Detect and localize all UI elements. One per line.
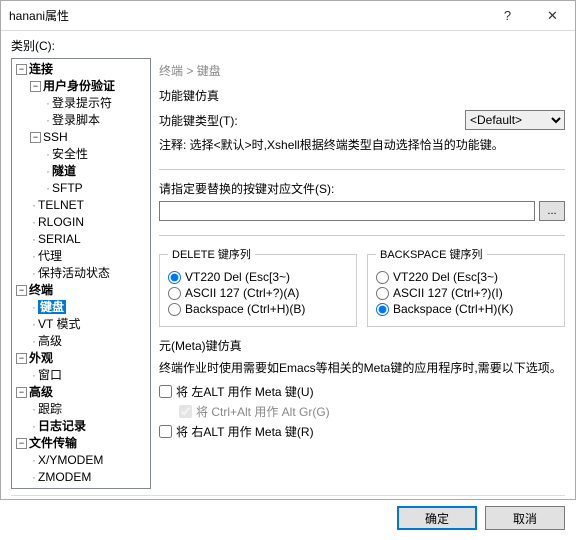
mapfile-label: 请指定要替换的按键对应文件(S): bbox=[159, 180, 565, 197]
help-button[interactable]: ? bbox=[485, 1, 530, 31]
tree-item-tunnel[interactable]: 隧道 bbox=[52, 164, 76, 178]
tree-item-window[interactable]: 窗口 bbox=[38, 368, 62, 382]
window-title: hanani属性 bbox=[9, 7, 485, 24]
tree-toggle[interactable]: − bbox=[16, 285, 27, 296]
meta-left-alt-check[interactable] bbox=[159, 385, 172, 398]
tree-item-serial[interactable]: SERIAL bbox=[38, 232, 81, 246]
divider bbox=[159, 169, 565, 170]
tree-item-connection[interactable]: 连接 bbox=[29, 62, 53, 76]
tree-item-vt-mode[interactable]: VT 模式 bbox=[38, 317, 80, 331]
breadcrumb: 终端 > 键盘 bbox=[159, 58, 565, 87]
backspace-opt-ascii127[interactable] bbox=[376, 287, 389, 300]
mapfile-browse-button[interactable]: ... bbox=[539, 201, 565, 221]
tree-item-advanced-term[interactable]: 高级 bbox=[38, 334, 62, 348]
cancel-button[interactable]: 取消 bbox=[485, 506, 565, 530]
delete-opt-backspace[interactable] bbox=[168, 303, 181, 316]
tree-item-login-script[interactable]: 登录脚本 bbox=[52, 113, 100, 127]
tree-toggle[interactable]: − bbox=[16, 353, 27, 364]
backspace-opt-backspace[interactable] bbox=[376, 303, 389, 316]
category-tree[interactable]: −连接 −用户身份验证 ·登录提示符 ·登录脚本 −SSH ·安全性 bbox=[11, 58, 151, 489]
funckey-note: 注释: 选择<默认>时,Xshell根据终端类型自动选择恰当的功能键。 bbox=[159, 136, 565, 153]
tree-item-appearance[interactable]: 外观 bbox=[29, 351, 53, 365]
tree-item-xymodem[interactable]: X/YMODEM bbox=[38, 453, 103, 467]
delete-legend: DELETE 键序列 bbox=[168, 246, 255, 262]
tree-item-terminal[interactable]: 终端 bbox=[29, 283, 53, 297]
meta-desc: 终端作业时使用需要如Emacs等相关的Meta键的应用程序时,需要以下选项。 bbox=[159, 360, 565, 377]
titlebar: hanani属性 ? ✕ bbox=[1, 1, 575, 31]
tree-item-sftp[interactable]: SFTP bbox=[52, 181, 83, 195]
tree-toggle[interactable]: − bbox=[16, 64, 27, 75]
main-row: −连接 −用户身份验证 ·登录提示符 ·登录脚本 −SSH ·安全性 bbox=[11, 58, 565, 489]
tree-item-file-transfer[interactable]: 文件传输 bbox=[29, 436, 77, 450]
tree-item-login-prompt[interactable]: 登录提示符 bbox=[52, 96, 112, 110]
tree-toggle[interactable]: − bbox=[16, 438, 27, 449]
tree-item-keyboard[interactable]: 键盘 bbox=[38, 300, 66, 314]
dialog-footer: 确定 取消 bbox=[11, 495, 565, 530]
tree-item-trace[interactable]: 跟踪 bbox=[38, 402, 62, 416]
dialog-body: 类别(C): −连接 −用户身份验证 ·登录提示符 ·登录脚本 −SSH bbox=[1, 31, 575, 540]
dialog-window: hanani属性 ? ✕ 类别(C): −连接 −用户身份验证 ·登录提示符 ·… bbox=[0, 0, 576, 500]
meta-right-alt-check[interactable] bbox=[159, 425, 172, 438]
delete-fieldset: DELETE 键序列 VT220 Del (Esc[3~) ASCII 127 … bbox=[159, 246, 357, 327]
delete-opt-ascii127[interactable] bbox=[168, 287, 181, 300]
funckey-section-title: 功能键仿真 bbox=[159, 87, 565, 104]
tree-item-zmodem[interactable]: ZMODEM bbox=[38, 470, 91, 484]
backspace-legend: BACKSPACE 键序列 bbox=[376, 246, 487, 262]
divider bbox=[159, 235, 565, 236]
close-button[interactable]: ✕ bbox=[530, 1, 575, 31]
tree-toggle[interactable]: − bbox=[30, 132, 41, 143]
mapfile-input[interactable] bbox=[159, 201, 535, 221]
tree-item-user-auth[interactable]: 用户身份验证 bbox=[43, 79, 115, 93]
backspace-fieldset: BACKSPACE 键序列 VT220 Del (Esc[3~) ASCII 1… bbox=[367, 246, 565, 327]
delete-opt-vt220[interactable] bbox=[168, 271, 181, 284]
content-panel: 终端 > 键盘 功能键仿真 功能键类型(T): <Default> 注释: 选择… bbox=[159, 58, 565, 489]
backspace-opt-vt220[interactable] bbox=[376, 271, 389, 284]
tree-toggle[interactable]: − bbox=[16, 387, 27, 398]
funckey-type-select[interactable]: <Default> bbox=[465, 110, 565, 130]
tree-toggle[interactable]: − bbox=[30, 81, 41, 92]
ok-button[interactable]: 确定 bbox=[397, 506, 477, 530]
category-label: 类别(C): bbox=[11, 37, 565, 54]
funckey-type-label: 功能键类型(T): bbox=[159, 112, 238, 129]
tree-item-security[interactable]: 安全性 bbox=[52, 147, 88, 161]
tree-item-telnet[interactable]: TELNET bbox=[38, 198, 84, 212]
tree-item-advanced[interactable]: 高级 bbox=[29, 385, 53, 399]
tree-item-proxy[interactable]: 代理 bbox=[38, 249, 62, 263]
tree-item-ssh[interactable]: SSH bbox=[43, 130, 68, 144]
tree-item-keep-alive[interactable]: 保持活动状态 bbox=[38, 266, 110, 280]
meta-title: 元(Meta)键仿真 bbox=[159, 337, 565, 354]
meta-ctrl-alt-check bbox=[179, 405, 192, 418]
tree-item-rlogin[interactable]: RLOGIN bbox=[38, 215, 84, 229]
tree-item-log[interactable]: 日志记录 bbox=[38, 419, 86, 433]
